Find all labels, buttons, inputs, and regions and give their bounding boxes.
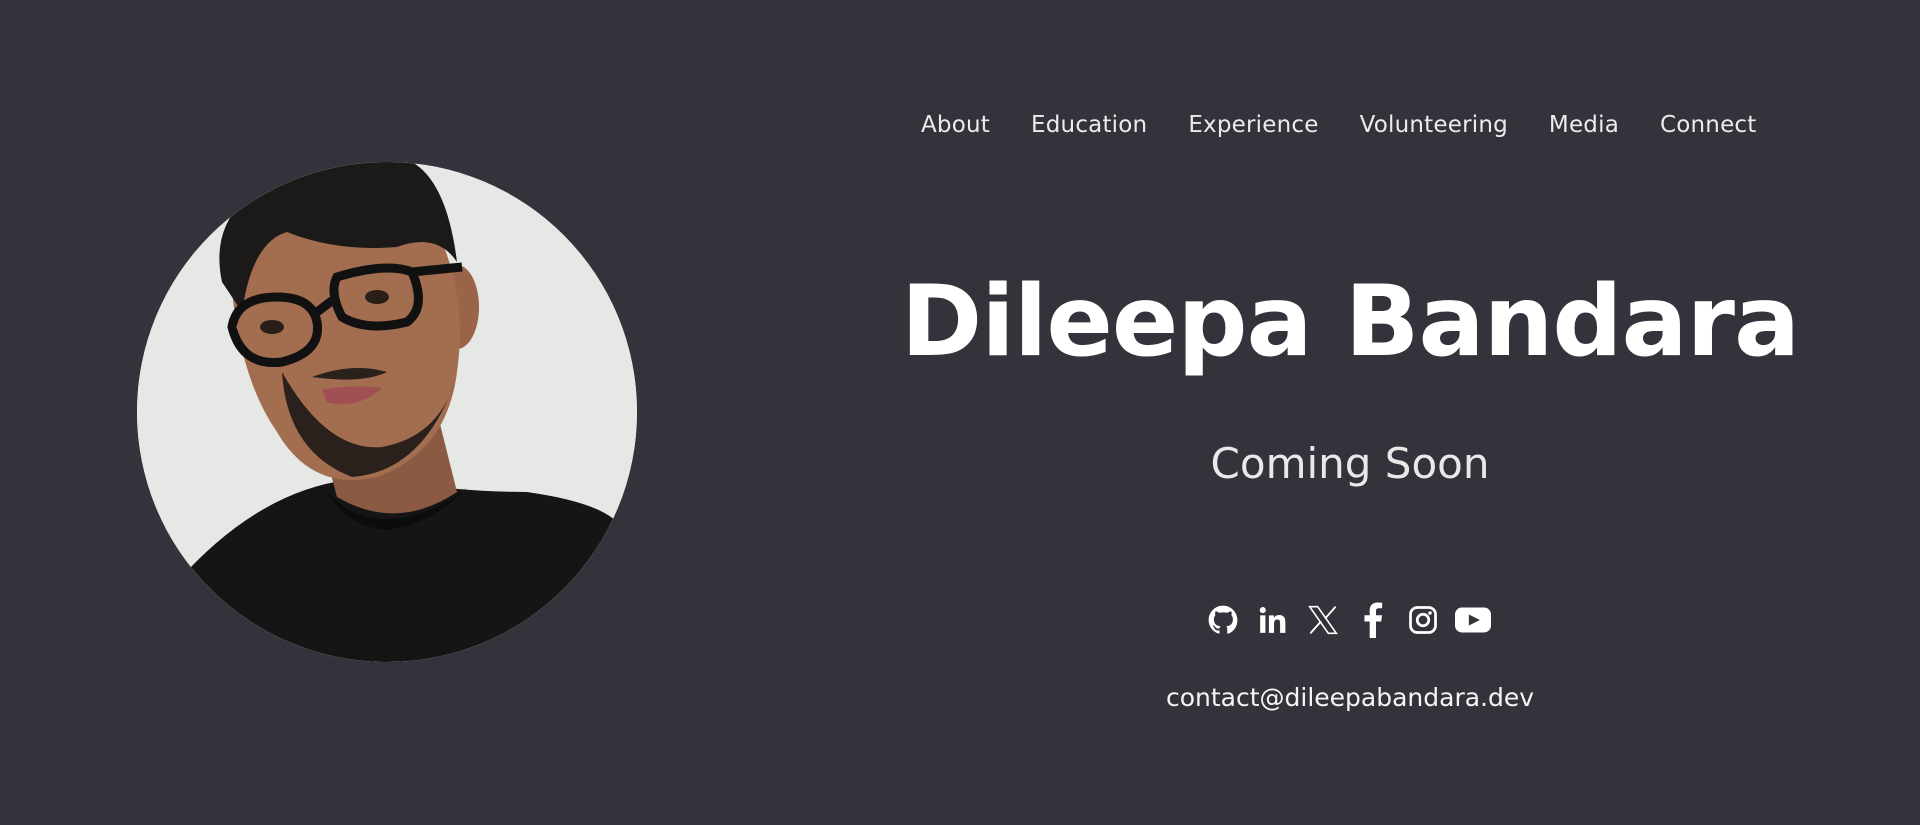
- linkedin-link[interactable]: [1255, 598, 1291, 642]
- youtube-link[interactable]: [1455, 598, 1491, 642]
- profile-photo-illustration: [137, 162, 637, 662]
- nav-item-volunteering[interactable]: Volunteering: [1360, 107, 1508, 143]
- nav-item-about[interactable]: About: [921, 107, 990, 143]
- hero-name: Dileepa Bandara: [900, 265, 1800, 379]
- facebook-link[interactable]: [1355, 598, 1391, 642]
- main-nav: About Education Experience Volunteering …: [921, 107, 1757, 143]
- nav-item-connect[interactable]: Connect: [1660, 107, 1757, 143]
- github-link[interactable]: [1205, 598, 1241, 642]
- contact-email[interactable]: contact@dileepabandara.dev: [880, 680, 1820, 716]
- linkedin-icon: [1259, 607, 1286, 633]
- youtube-icon: [1455, 607, 1491, 633]
- x-icon: [1308, 605, 1338, 635]
- facebook-icon: [1364, 602, 1383, 638]
- social-links: [1205, 598, 1491, 642]
- instagram-icon: [1409, 606, 1437, 634]
- nav-item-experience[interactable]: Experience: [1188, 107, 1318, 143]
- instagram-link[interactable]: [1405, 598, 1441, 642]
- page: About Education Experience Volunteering …: [0, 0, 1920, 825]
- hero-tagline: Coming Soon: [1210, 439, 1490, 488]
- github-icon: [1208, 605, 1238, 634]
- nav-item-education[interactable]: Education: [1031, 107, 1147, 143]
- x-link[interactable]: [1305, 598, 1341, 642]
- profile-photo: [137, 162, 637, 662]
- nav-item-media[interactable]: Media: [1549, 107, 1619, 143]
